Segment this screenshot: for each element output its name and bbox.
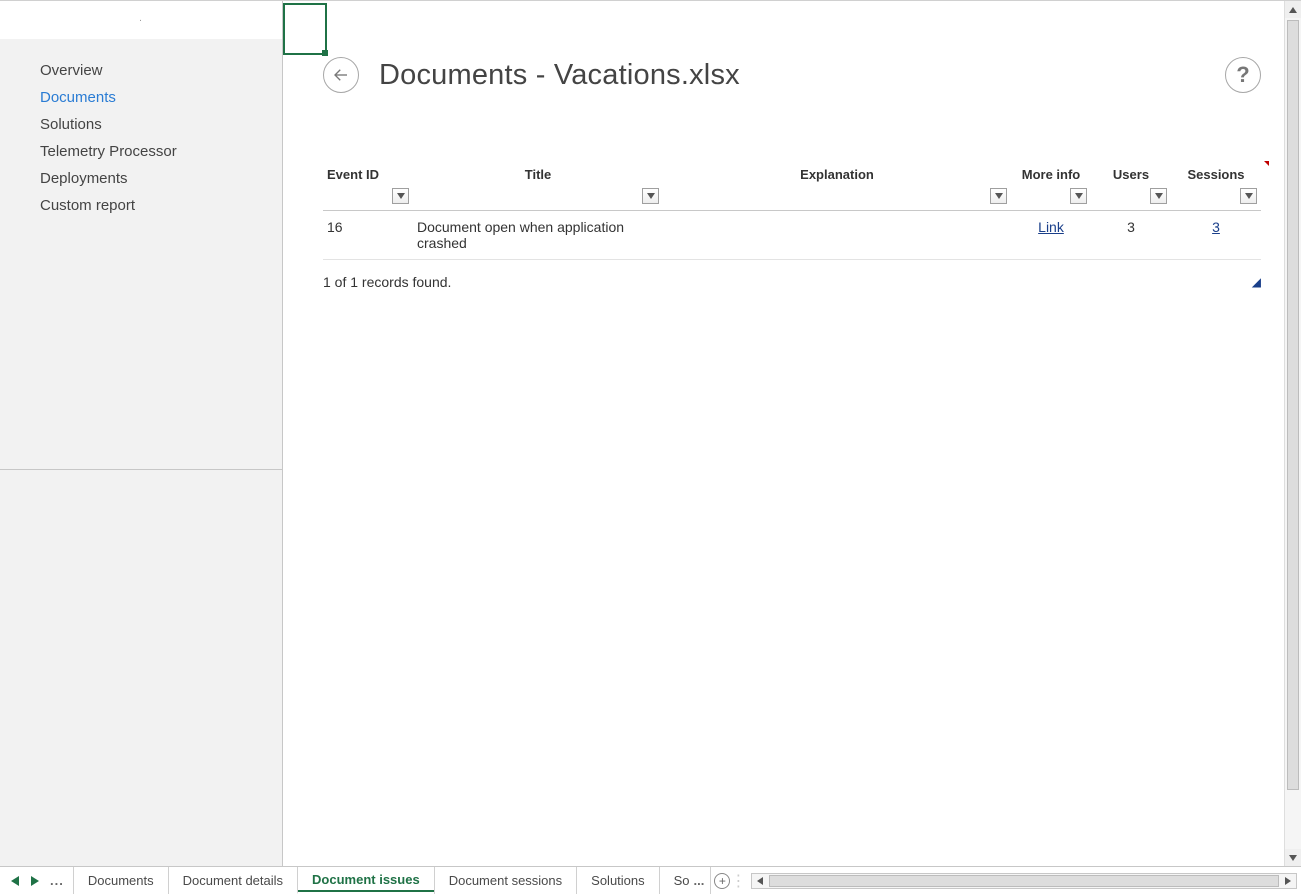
sidebar-item-overview[interactable]: Overview (0, 57, 282, 84)
tab-overflow-indicator: ... (694, 873, 705, 888)
col-users: Users (1091, 163, 1171, 186)
vertical-scrollbar[interactable] (1284, 1, 1301, 866)
chevron-down-icon (1289, 855, 1297, 861)
cell-explanation (663, 211, 1011, 260)
tab-bar-separator: ⋮ (733, 867, 743, 894)
col-sessions: Sessions (1171, 163, 1261, 186)
col-title: Title (413, 163, 663, 186)
filter-users[interactable] (1150, 188, 1167, 204)
cell-selection-indicator (283, 3, 327, 55)
hscroll-right-button[interactable] (1280, 874, 1296, 888)
sheet-nav-more[interactable]: ... (48, 873, 66, 888)
sidebar-header: . (0, 1, 282, 39)
issues-table-wrap: Event ID Title Explanation More info Use… (323, 163, 1261, 260)
sheet-nav-prev[interactable] (8, 874, 22, 888)
filter-more-info[interactable] (1070, 188, 1087, 204)
sidebar-header-text: . (0, 13, 282, 24)
content-area: Documents - Vacations.xlsx ? Event ID Ti… (283, 1, 1301, 866)
triangle-left-icon (11, 876, 19, 886)
filter-row (323, 186, 1261, 211)
col-sessions-label: Sessions (1187, 167, 1244, 182)
question-mark-icon: ? (1236, 62, 1249, 88)
app-root: . Overview Documents Solutions Telemetry… (0, 0, 1301, 894)
tab-truncated[interactable]: So ... (659, 867, 712, 894)
hscroll-left-button[interactable] (752, 874, 768, 888)
issues-table: Event ID Title Explanation More info Use… (323, 163, 1261, 260)
tab-document-details[interactable]: Document details (168, 867, 298, 894)
col-explanation: Explanation (663, 163, 1011, 186)
help-button[interactable]: ? (1225, 57, 1261, 93)
sidebar-item-solutions[interactable]: Solutions (0, 111, 282, 138)
horizontal-scroll-area (743, 867, 1301, 894)
sidebar-nav: Overview Documents Solutions Telemetry P… (0, 39, 282, 453)
tab-solutions[interactable]: Solutions (576, 867, 659, 894)
filter-title[interactable] (642, 188, 659, 204)
tab-documents[interactable]: Documents (73, 867, 169, 894)
triangle-right-icon (1285, 877, 1291, 885)
page-title: Documents - Vacations.xlsx (379, 59, 1225, 92)
table-resize-handle-icon[interactable]: ◢ (1252, 275, 1261, 289)
triangle-left-icon (757, 877, 763, 885)
sheet-tabs: Documents Document details Document issu… (74, 867, 712, 894)
cell-title: Document open when application crashed (413, 211, 663, 260)
vertical-scroll-track[interactable] (1285, 18, 1301, 849)
filter-explanation[interactable] (990, 188, 1007, 204)
cell-users: 3 (1091, 211, 1171, 260)
sessions-link[interactable]: 3 (1212, 219, 1220, 235)
filter-sessions[interactable] (1240, 188, 1257, 204)
back-button[interactable] (323, 57, 359, 93)
col-more-info: More info (1011, 163, 1091, 186)
main-row: . Overview Documents Solutions Telemetry… (0, 0, 1301, 866)
arrow-left-icon (332, 66, 350, 84)
tab-truncated-label: So (674, 873, 690, 888)
tab-document-sessions[interactable]: Document sessions (434, 867, 577, 894)
records-status-row: 1 of 1 records found. ◢ (323, 274, 1261, 290)
vertical-scroll-thumb[interactable] (1287, 20, 1299, 790)
table-row: 16 Document open when application crashe… (323, 211, 1261, 260)
comment-indicator-icon (1264, 161, 1269, 166)
more-info-link[interactable]: Link (1038, 219, 1064, 235)
sidebar-item-deployments[interactable]: Deployments (0, 165, 282, 192)
sidebar: . Overview Documents Solutions Telemetry… (0, 1, 283, 866)
chevron-up-icon (1289, 7, 1297, 13)
horizontal-scrollbar[interactable] (751, 873, 1297, 889)
triangle-right-icon (31, 876, 39, 886)
scroll-up-button[interactable] (1285, 1, 1301, 18)
filter-event-id[interactable] (392, 188, 409, 204)
sheet-nav: ... (0, 867, 74, 894)
scroll-down-button[interactable] (1285, 849, 1301, 866)
sheet-nav-next[interactable] (28, 874, 42, 888)
sheet-tab-bar: ... Documents Document details Document … (0, 866, 1301, 894)
cell-event-id: 16 (323, 211, 413, 260)
page-header: Documents - Vacations.xlsx ? (283, 1, 1301, 93)
cell-fill-handle[interactable] (322, 50, 328, 56)
sidebar-lower-panel (0, 469, 282, 866)
horizontal-scroll-thumb[interactable] (769, 875, 1279, 887)
records-status-text: 1 of 1 records found. (323, 274, 451, 290)
col-event-id: Event ID (323, 163, 413, 186)
table-header-row: Event ID Title Explanation More info Use… (323, 163, 1261, 186)
tab-document-issues[interactable]: Document issues (297, 867, 435, 894)
plus-circle-icon: + (714, 873, 730, 889)
sidebar-item-telemetry-processor[interactable]: Telemetry Processor (0, 138, 282, 165)
sidebar-item-documents[interactable]: Documents (0, 84, 282, 111)
sidebar-item-custom-report[interactable]: Custom report (0, 192, 282, 219)
